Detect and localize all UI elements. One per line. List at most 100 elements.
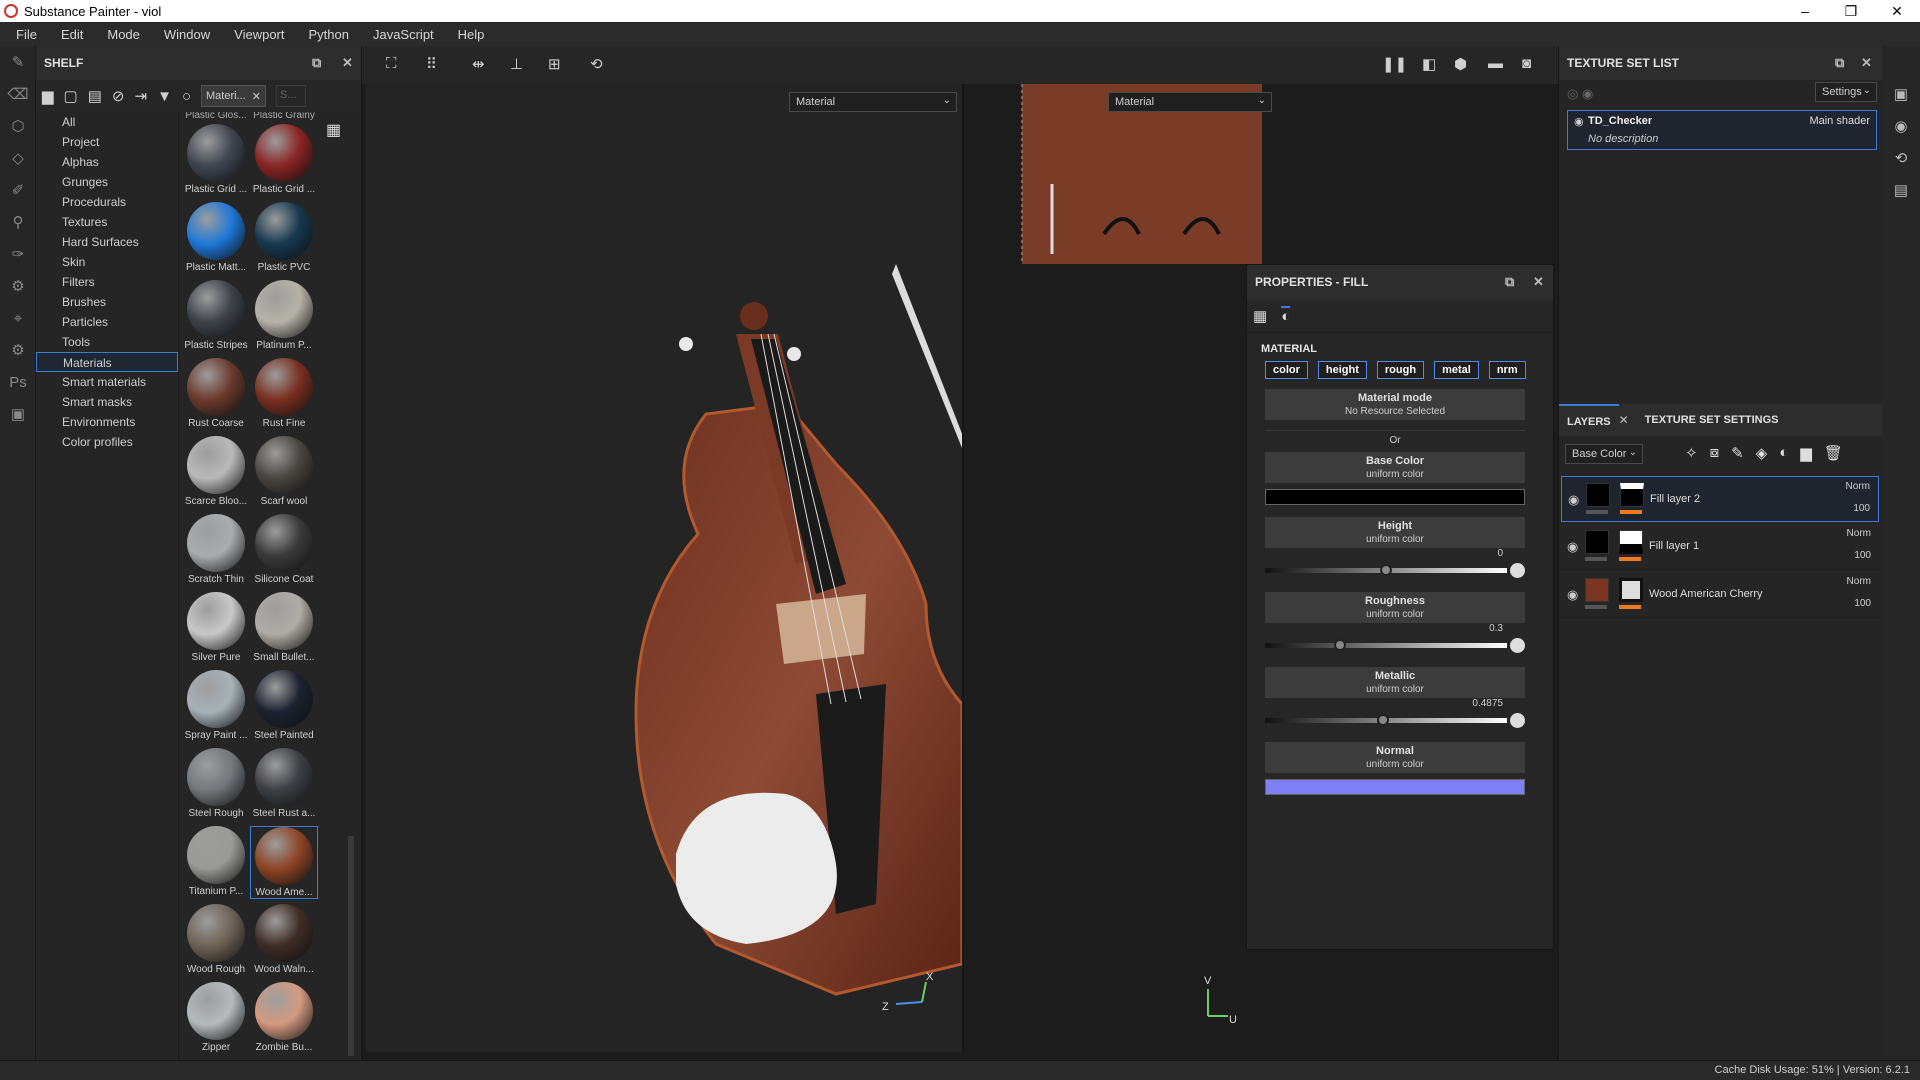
channel-select[interactable]: Base Color ⌄ [1565,444,1643,464]
close-shelf-icon[interactable]: ✕ [342,55,353,71]
menu-help[interactable]: Help [446,27,497,42]
opacity-value[interactable]: 100 [1854,598,1871,609]
material-thumb[interactable]: Small Bullet... [250,592,318,663]
close-texture-set-icon[interactable]: ✕ [1861,55,1872,71]
texture-set-shader[interactable]: Main shader [1809,115,1870,127]
category-procedurals[interactable]: Procedurals [36,192,178,212]
blend-mode-select[interactable]: Norm [1846,481,1870,492]
material-thumb[interactable]: Plastic Grid ... [182,124,250,195]
edit-icon[interactable] [1510,713,1525,728]
material-thumb[interactable]: Zipper [182,982,250,1053]
paint-brush-icon[interactable]: ✎ [0,46,36,78]
menu-edit[interactable]: Edit [49,27,95,42]
category-color-profiles[interactable]: Color profiles [36,432,178,452]
delete-layer-icon[interactable]: 🗑 [1824,444,1843,462]
import-icon[interactable]: ⇥ [135,87,148,105]
layer-row[interactable]: ◉ Wood American Cherry Norm 100 [1561,572,1879,618]
tab-layers[interactable]: LAYERS [1559,404,1619,436]
category-materials[interactable]: Materials [36,352,178,372]
shelf-scrollbar[interactable] [348,836,354,1056]
blend-mode-select[interactable]: Norm [1847,528,1871,539]
material-thumb[interactable]: Silver Pure [182,592,250,663]
eye-icon[interactable]: ◉ [1568,492,1579,508]
mask-thumbnail[interactable] [1619,578,1643,602]
grid-dots-icon[interactable]: ⠿ [426,55,437,73]
layer-row[interactable]: ◉ Fill layer 2 Norm 100 [1561,476,1879,522]
close-window-button[interactable]: ✕ [1874,0,1920,22]
material-thumb[interactable]: Plastic Grid ... [250,124,318,195]
roughness-slider[interactable]: 0.3 [1265,623,1525,657]
tab-texture-set-settings[interactable]: TEXTURE SET SETTINGS [1637,404,1787,436]
material-thumb[interactable]: Steel Rust a... [250,748,318,819]
material-thumb[interactable]: Steel Rough [182,748,250,819]
eye-icon[interactable]: ◉ [1567,587,1578,603]
settings-dropdown[interactable]: Settings ⌄ [1815,82,1877,102]
material-thumb[interactable]: Wood Waln... [250,904,318,975]
opacity-value[interactable]: 100 [1853,503,1870,514]
projection-icon[interactable]: ⬡ [0,110,36,142]
bake-icon[interactable]: ⚙ [0,270,36,302]
eraser-icon[interactable]: ⌫ [0,78,36,110]
circle-filter-icon[interactable]: ○ [182,88,191,105]
clone-stamp-icon[interactable]: ⚲ [0,206,36,238]
menu-file[interactable]: File [4,27,49,42]
smart-material-icon[interactable]: ◐ [1779,444,1788,462]
mask-thumbnail[interactable] [1620,483,1644,507]
add-fill-layer-icon[interactable]: ◈ [1756,444,1768,462]
material-thumb[interactable]: Silicone Coat [250,514,318,585]
add-mask-icon[interactable]: ⧇ [1710,444,1720,462]
category-all[interactable]: All [36,112,178,132]
export-icon[interactable]: ▣ [0,398,36,430]
mirror-icon[interactable]: ⇹ [472,55,485,73]
polygon-fill-icon[interactable]: ◇ [0,142,36,174]
history-icon[interactable]: ⟲ [590,55,603,73]
add-effect-icon[interactable]: ✧ [1685,444,1698,462]
material-thumb[interactable]: Titanium P... [182,826,250,897]
material-thumb[interactable]: Plastic Stripes [182,280,250,351]
photoshop-icon[interactable]: Ps [0,366,36,398]
material-thumb[interactable]: Steel Painted [250,670,318,741]
screenshot-icon[interactable]: ◙ [1522,55,1531,72]
opacity-value[interactable]: 100 [1854,550,1871,561]
filter-icon[interactable]: ▼ [157,88,172,105]
folder-icon[interactable]: ▆ [42,87,54,105]
category-skin[interactable]: Skin [36,252,178,272]
maximize-button[interactable]: ❐ [1828,0,1874,22]
category-textures[interactable]: Textures [36,212,178,232]
material-thumb[interactable]: Scarce Bloo... [182,436,250,507]
eye-icon[interactable]: ◉ [1567,539,1578,555]
menu-python[interactable]: Python [296,27,360,42]
edit-icon[interactable] [1510,638,1525,653]
metallic-knob[interactable] [1377,714,1390,726]
pause-icon[interactable]: ❚❚ [1382,55,1407,73]
close-tag-icon[interactable]: ✕ [252,90,261,103]
material-thumb[interactable]: Spray Paint ... [182,670,250,741]
category-alphas[interactable]: Alphas [36,152,178,172]
material-thumb[interactable]: Platinum P... [250,280,318,351]
category-environments[interactable]: Environments [36,412,178,432]
category-filters[interactable]: Filters [36,272,178,292]
material-thumb[interactable]: Scarf wool [250,436,318,507]
display-settings-icon[interactable]: ▣ [1882,78,1920,110]
filter-tag[interactable]: Materi... ✕ [201,85,266,107]
blend-mode-select[interactable]: Norm [1847,576,1871,587]
new-item-icon[interactable]: ▢ [64,87,78,105]
roughness-knob[interactable] [1334,639,1346,651]
layer-row[interactable]: ◉ Fill layer 1 Norm 100 [1561,524,1879,570]
history-icon[interactable]: ⟲ [1882,142,1920,174]
category-grunges[interactable]: Grunges [36,172,178,192]
category-smart-masks[interactable]: Smart masks [36,392,178,412]
texture-set-item[interactable]: ◉ TD_Checker Main shader No description [1567,110,1877,150]
mask-thumbnail[interactable] [1619,530,1643,554]
category-brushes[interactable]: Brushes [36,292,178,312]
category-particles[interactable]: Particles [36,312,178,332]
material-thumb[interactable]: Wood Rough [182,904,250,975]
category-project[interactable]: Project [36,132,178,152]
undock-icon[interactable]: ⧉ [1505,274,1514,290]
close-properties-icon[interactable]: ✕ [1533,274,1544,290]
close-layers-icon[interactable]: ✕ [1619,413,1629,427]
channel-metal-toggle[interactable]: metal [1434,361,1479,379]
material-tab-icon[interactable]: ◐ [1281,306,1291,325]
material-thumb[interactable]: Zombie Bu... [250,982,318,1053]
list-icon[interactable]: ▤ [88,87,102,105]
